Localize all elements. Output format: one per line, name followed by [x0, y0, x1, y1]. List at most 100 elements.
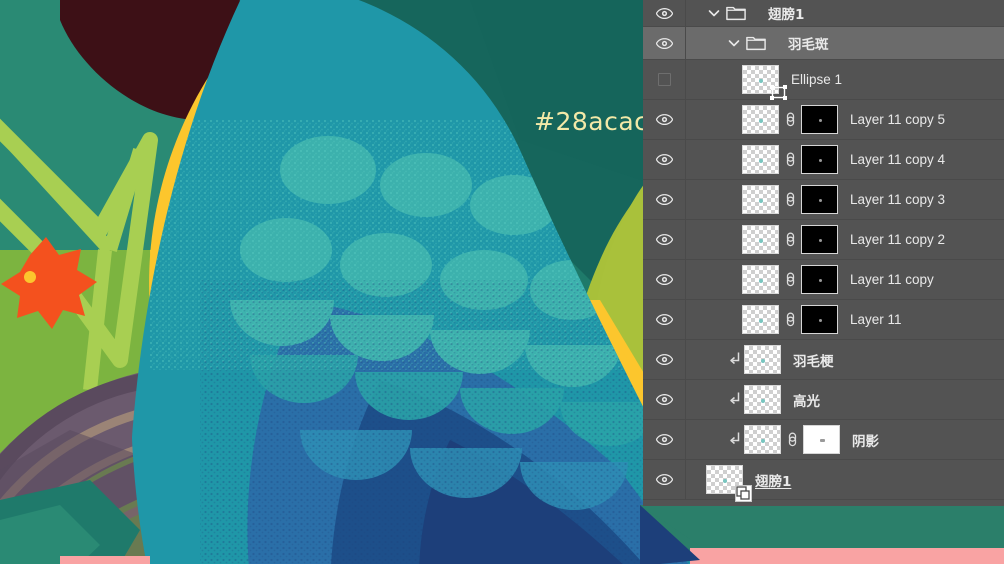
layer-row-layer-11-copy-2[interactable]: Layer 11 copy 2	[643, 220, 1004, 260]
layer-thumbnail-layer-11-copy-5[interactable]	[742, 105, 779, 134]
layer-row-ellipse-1[interactable]: Ellipse 1	[643, 60, 1004, 100]
visibility-toggle-layer-11-copy[interactable]	[643, 260, 686, 299]
eye-icon[interactable]	[655, 7, 673, 19]
mask-content	[819, 279, 822, 282]
clipping-mask-indicator	[726, 431, 744, 448]
layer-mask-thumbnail-layer-11-copy[interactable]	[801, 265, 838, 294]
mask-link-toggle-layer-11[interactable]	[779, 311, 801, 328]
smart-object-badge-icon	[735, 485, 752, 502]
layer-name-wing-1: 翅膀1	[755, 473, 792, 490]
thumbnail-content	[761, 359, 765, 363]
layer-thumbnail-shadow[interactable]	[744, 425, 781, 454]
layer-row-layer-11-copy-3[interactable]: Layer 11 copy 3	[643, 180, 1004, 220]
mask-link-toggle-layer-11-copy-5[interactable]	[779, 111, 801, 128]
visibility-toggle-highlight[interactable]	[643, 380, 686, 419]
layer-row-body[interactable]: Layer 11	[686, 300, 1004, 339]
eye-icon[interactable]	[655, 354, 673, 365]
mask-link-toggle-shadow[interactable]	[781, 431, 803, 448]
layer-thumbnail-layer-11-copy-3[interactable]	[742, 185, 779, 214]
layer-mask-thumbnail-layer-11-copy-4[interactable]	[801, 145, 838, 174]
link-icon[interactable]	[784, 151, 797, 168]
layer-row-body[interactable]: 阴影	[686, 420, 1004, 459]
mask-link-toggle-layer-11-copy-2[interactable]	[779, 231, 801, 248]
layer-thumbnail-layer-11-copy[interactable]	[742, 265, 779, 294]
layer-mask-thumbnail-shadow[interactable]	[803, 425, 840, 454]
layer-row-layer-11-copy-4[interactable]: Layer 11 copy 4	[643, 140, 1004, 180]
layer-row-body[interactable]: 羽毛斑	[686, 27, 1004, 59]
visibility-toggle-shadow[interactable]	[643, 420, 686, 459]
eye-icon[interactable]	[655, 234, 673, 245]
clipping-mask-indicator	[726, 351, 744, 368]
layer-row-layer-11-copy-5[interactable]: Layer 11 copy 5	[643, 100, 1004, 140]
layer-row-feather-stem[interactable]: 羽毛梗	[643, 340, 1004, 380]
link-icon[interactable]	[784, 191, 797, 208]
layer-thumbnail-highlight[interactable]	[744, 385, 781, 414]
layer-mask-thumbnail-layer-11-copy-2[interactable]	[801, 225, 838, 254]
visibility-toggle-wing-1[interactable]	[643, 460, 686, 499]
layer-thumbnail-layer-11-copy-2[interactable]	[742, 225, 779, 254]
eye-icon[interactable]	[655, 37, 673, 49]
layer-mask-thumbnail-layer-11-copy-3[interactable]	[801, 185, 838, 214]
link-icon[interactable]	[784, 231, 797, 248]
link-icon[interactable]	[784, 311, 797, 328]
layer-row-highlight[interactable]: 高光	[643, 380, 1004, 420]
layer-row-wing-1[interactable]: 翅膀1	[643, 460, 1004, 502]
layer-thumbnail-ellipse-1[interactable]	[742, 65, 787, 100]
link-icon[interactable]	[784, 111, 797, 128]
layer-row-body[interactable]: Ellipse 1	[686, 60, 1004, 100]
visibility-toggle-layer-11-copy-2[interactable]	[643, 220, 686, 259]
layer-name-layer-11-copy-2: Layer 11 copy 2	[850, 232, 946, 247]
visibility-toggle-group-feather-spots[interactable]	[643, 27, 686, 59]
mask-link-toggle-layer-11-copy-4[interactable]	[779, 151, 801, 168]
chevron-down-icon[interactable]	[706, 5, 722, 21]
mask-link-toggle-layer-11-copy[interactable]	[779, 271, 801, 288]
visibility-toggle-layer-11[interactable]	[643, 300, 686, 339]
chevron-down-icon[interactable]	[726, 35, 742, 51]
visibility-toggle-feather-stem[interactable]	[643, 340, 686, 379]
layer-row-body[interactable]: 翅膀1	[686, 0, 1004, 26]
layer-row-body[interactable]: Layer 11 copy 4	[686, 140, 1004, 179]
layer-thumbnail-wing-1[interactable]	[706, 465, 752, 502]
layer-row-body[interactable]: 高光	[686, 380, 1004, 419]
link-icon[interactable]	[784, 271, 797, 288]
link-icon[interactable]	[786, 431, 799, 448]
eye-icon[interactable]	[655, 154, 673, 165]
visibility-toggle-layer-11-copy-4[interactable]	[643, 140, 686, 179]
mask-content	[820, 439, 825, 442]
eye-icon[interactable]	[655, 274, 673, 285]
eye-icon[interactable]	[655, 314, 673, 325]
layer-row-shadow[interactable]: 阴影	[643, 420, 1004, 460]
thumbnail-content	[761, 399, 765, 403]
eye-off-checkbox[interactable]	[657, 73, 671, 86]
layer-row-body[interactable]: Layer 11 copy 2	[686, 220, 1004, 259]
layer-thumbnail-layer-11-copy-4[interactable]	[742, 145, 779, 174]
visibility-toggle-layer-11-copy-3[interactable]	[643, 180, 686, 219]
layer-row-body[interactable]: Layer 11 copy 5	[686, 100, 1004, 139]
shape-vector-badge-icon	[770, 85, 787, 100]
layer-thumbnail-layer-11[interactable]	[742, 305, 779, 334]
layers-panel[interactable]: 翅膀1 羽毛斑 Ellipse 1 Layer 11 copy 5 Layer 11 c…	[643, 0, 1004, 506]
eye-icon[interactable]	[655, 194, 673, 205]
visibility-toggle-group-wing[interactable]	[643, 0, 686, 26]
layer-row-layer-11[interactable]: Layer 11	[643, 300, 1004, 340]
thumbnail-content	[759, 79, 763, 83]
layer-row-layer-11-copy[interactable]: Layer 11 copy	[643, 260, 1004, 300]
layer-mask-thumbnail-layer-11-copy-5[interactable]	[801, 105, 838, 134]
layer-thumbnail-feather-stem[interactable]	[744, 345, 781, 374]
layer-row-body[interactable]: Layer 11 copy 3	[686, 180, 1004, 219]
eye-icon[interactable]	[655, 434, 673, 445]
layer-row-body[interactable]: Layer 11 copy	[686, 260, 1004, 299]
eye-icon[interactable]	[655, 474, 673, 485]
thumbnail-content	[723, 479, 727, 483]
layer-row-group-wing[interactable]: 翅膀1	[643, 0, 1004, 27]
eye-icon[interactable]	[655, 114, 673, 125]
layer-row-body[interactable]: 翅膀1	[686, 460, 1004, 502]
visibility-toggle-layer-11-copy-5[interactable]	[643, 100, 686, 139]
visibility-toggle-ellipse-1[interactable]	[643, 60, 686, 99]
layer-name-ellipse-1: Ellipse 1	[791, 72, 843, 87]
eye-icon[interactable]	[655, 394, 673, 405]
layer-mask-thumbnail-layer-11[interactable]	[801, 305, 838, 334]
layer-row-body[interactable]: 羽毛梗	[686, 340, 1004, 379]
mask-link-toggle-layer-11-copy-3[interactable]	[779, 191, 801, 208]
layer-row-group-feather-spots[interactable]: 羽毛斑	[643, 27, 1004, 60]
